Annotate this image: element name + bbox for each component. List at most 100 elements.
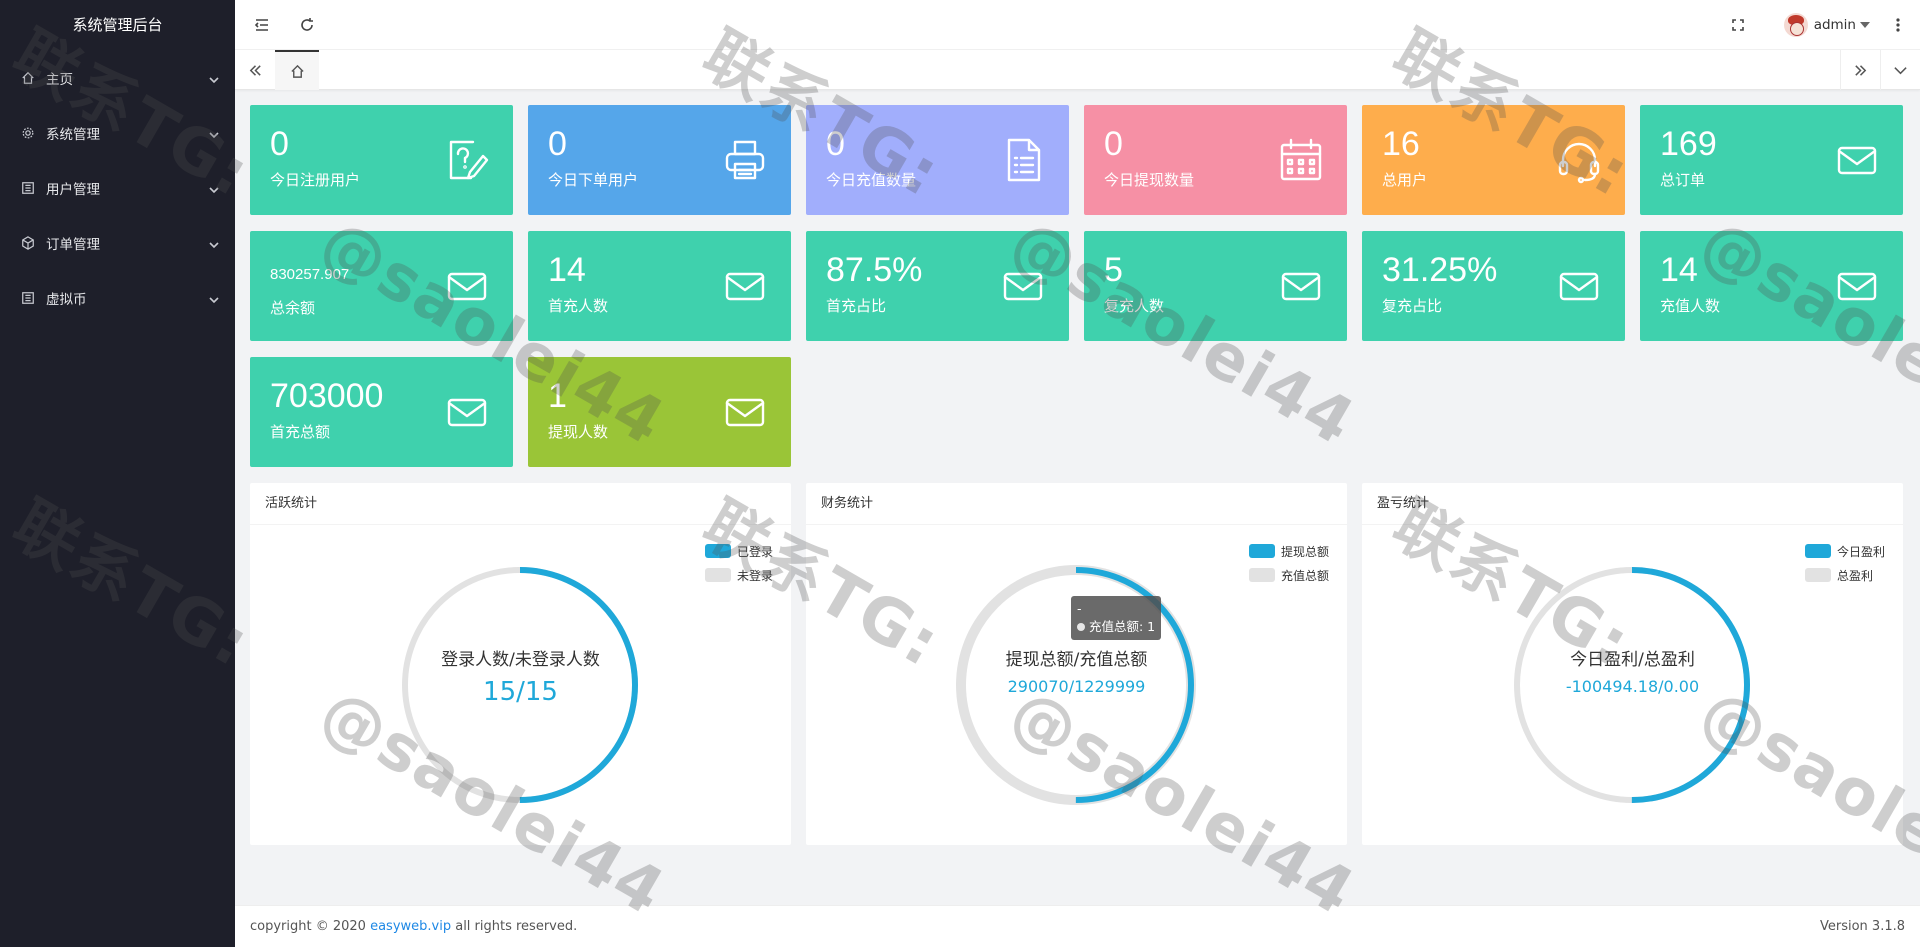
tooltip-dot: [1077, 623, 1085, 631]
legend-label: 提现总额: [1280, 544, 1329, 559]
collapse-menu-icon: [254, 19, 268, 31]
chart-legend[interactable]: 已登录未登录: [704, 539, 773, 587]
footer-link[interactable]: easyweb.vip: [370, 919, 451, 934]
stat-panel: 盈亏统计今日盈利总盈利今日盈利/总盈利 -100494.18/0.00: [1362, 483, 1903, 845]
chart-center-value: -100494.18/0.00: [1565, 677, 1700, 696]
double-chevron-right-icon: [1855, 64, 1867, 76]
chart-legend[interactable]: 提现总额 充值总额: [1248, 539, 1329, 587]
copyright-text: copyright © 2020: [250, 919, 371, 934]
tab-home[interactable]: [275, 50, 319, 90]
mail-icon: [1833, 136, 1881, 184]
chevron-down-icon: [1894, 66, 1907, 74]
user-menu[interactable]: admin: [1783, 0, 1870, 50]
more-vertical-icon: [1896, 18, 1900, 32]
stat-card: 5 复充人数: [1084, 231, 1347, 341]
chart-center-title: 提现总额/充值总额: [1005, 650, 1148, 670]
legend-item[interactable]: 充值总额: [1248, 563, 1329, 587]
stat-card: 0 今日提现数量: [1084, 105, 1347, 215]
mail-icon: [1277, 262, 1325, 310]
legend-label: 总盈利: [1836, 568, 1873, 583]
more-options-button[interactable]: [1876, 0, 1920, 50]
stat-card: 14 首充人数: [528, 231, 791, 341]
sidebar-item-virtual-currency[interactable]: 虚拟币: [0, 270, 235, 325]
chevron-down-icon: [209, 238, 219, 248]
avatar: [1783, 13, 1808, 37]
double-chevron-left-icon: [249, 64, 261, 76]
tab-options-dropdown[interactable]: [1880, 50, 1920, 90]
legend-swatch: [704, 568, 731, 582]
sidebar-item-users[interactable]: 用户管理: [0, 160, 235, 215]
chart-legend[interactable]: 今日盈利 总盈利: [1804, 539, 1885, 587]
chart-center-value: 15/15: [483, 677, 558, 707]
brand-title: 系统管理后台: [72, 16, 163, 34]
chevron-down-icon: [209, 293, 219, 303]
mail-icon: [443, 262, 491, 310]
legend-item[interactable]: 未登录: [704, 563, 773, 587]
mail-icon: [1555, 262, 1603, 310]
calendar-icon: [1277, 136, 1325, 184]
fullscreen-button[interactable]: [1716, 0, 1760, 50]
stat-panel: 活跃统计 已登录 未登录 登录人数/未登录人数 15/15: [250, 483, 791, 845]
refresh-button[interactable]: [285, 0, 329, 50]
panel-title: 盈亏统计: [1362, 483, 1903, 525]
legend-item[interactable]: 今日盈利: [1804, 539, 1885, 563]
document-icon: [999, 136, 1047, 184]
stat-card: 87.5% 首充占比: [806, 231, 1069, 341]
legend-item[interactable]: 已登录: [704, 539, 773, 563]
stat-panel: 财务统计提现总额充值总额提现总额/充值总额 290070/1229999 - 充值总额…: [806, 483, 1347, 845]
tab-scroll-left-button[interactable]: [235, 50, 275, 90]
stat-card: 31.25% 复充占比: [1362, 231, 1625, 341]
legend-label: 充值总额: [1280, 568, 1329, 583]
chart-center-title: 今日盈利/总盈利: [1570, 650, 1695, 670]
legend-label: 今日盈利: [1836, 544, 1885, 559]
legend-swatch: [1804, 568, 1831, 582]
chevron-down-icon: [209, 73, 219, 83]
stat-card: 830257.907 总余额: [250, 231, 513, 341]
printer-icon: [721, 136, 769, 184]
chevron-down-icon: [209, 183, 219, 193]
question-edit-icon: [443, 136, 491, 184]
chart-tooltip: - 充值总额: 1: [1071, 596, 1162, 640]
list-icon: [20, 290, 36, 306]
version-text: Version 3.1.8: [1819, 919, 1905, 934]
legend-swatch: [1248, 568, 1275, 582]
sidebar-item-label: 主页: [46, 71, 73, 88]
list-icon: [20, 180, 36, 196]
cube-icon: [20, 235, 36, 251]
chart-center-value: 290070/1229999: [1007, 677, 1146, 696]
home-icon: [290, 64, 304, 78]
mail-icon: [443, 388, 491, 436]
sidebar: 系统管理后台 主页 系统管理 用户管理 订单管理 虚拟币: [0, 0, 235, 947]
stat-card: 703000 首充总额: [250, 357, 513, 467]
mail-icon: [721, 388, 769, 436]
gear-icon: [20, 125, 36, 141]
caret-down-icon: [1860, 22, 1870, 28]
stat-card: 0 今日下单用户: [528, 105, 791, 215]
sidebar-item-orders[interactable]: 订单管理: [0, 215, 235, 270]
sidebar-item-label: 虚拟币: [46, 291, 87, 308]
sidebar-item-label: 订单管理: [46, 236, 100, 253]
sidebar-item-home[interactable]: 主页: [0, 50, 235, 105]
footer: copyright © 2020 easyweb.vip all rights …: [235, 905, 1920, 947]
stat-card: 0 今日充值数量: [806, 105, 1069, 215]
chevron-down-icon: [209, 128, 219, 138]
legend-label: 已登录: [736, 544, 773, 559]
tab-scroll-right-button[interactable]: [1840, 50, 1880, 90]
legend-swatch: [1804, 544, 1831, 558]
username: admin: [1813, 17, 1856, 33]
copyright-suffix: all rights reserved.: [451, 919, 578, 934]
tooltip-text: 充值总额: 1: [1089, 619, 1156, 634]
stat-card: 14 充值人数: [1640, 231, 1903, 341]
legend-item[interactable]: 提现总额: [1248, 539, 1329, 563]
tab-bar: [235, 50, 1920, 90]
legend-item[interactable]: 总盈利: [1804, 563, 1885, 587]
collapse-sidebar-button[interactable]: [240, 0, 284, 50]
sidebar-item-label: 用户管理: [46, 181, 100, 198]
chart-center-title: 登录人数/未登录人数: [441, 650, 600, 670]
stat-card: 0 今日注册用户: [250, 105, 513, 215]
sidebar-item-system[interactable]: 系统管理: [0, 105, 235, 160]
mail-icon: [999, 262, 1047, 310]
panel-title: 财务统计: [806, 483, 1347, 525]
legend-swatch: [704, 544, 731, 558]
stat-card: 1 提现人数: [528, 357, 791, 467]
